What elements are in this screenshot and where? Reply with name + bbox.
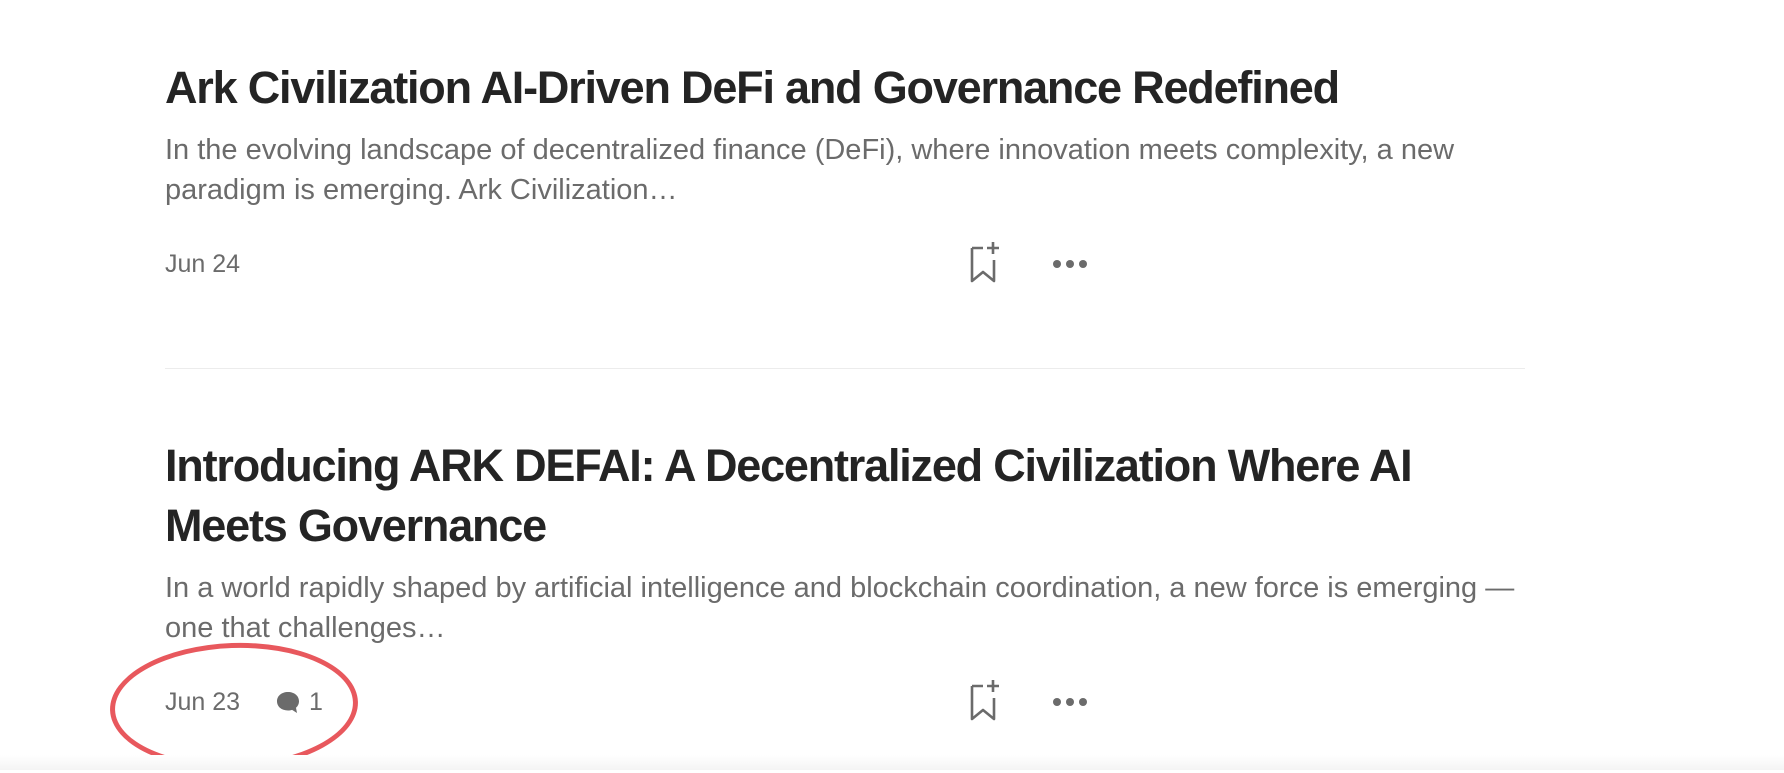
more-options-icon: [1053, 698, 1087, 706]
comment-count[interactable]: 1: [275, 682, 323, 722]
more-options-button[interactable]: [1045, 244, 1095, 284]
article-excerpt[interactable]: In the evolving landscape of decentraliz…: [165, 130, 1525, 210]
comment-count-value: 1: [309, 687, 323, 716]
article-title[interactable]: Introducing ARK DEFAI: A Decentralized C…: [165, 436, 1525, 556]
article-card: Introducing ARK DEFAI: A Decentralized C…: [165, 436, 1525, 722]
article-title[interactable]: Ark Civilization AI-Driven DeFi and Gove…: [165, 58, 1525, 118]
more-options-icon: [1053, 260, 1087, 268]
comment-bubble-icon: [277, 692, 299, 713]
bookmark-add-icon: [970, 242, 999, 283]
bookmark-button[interactable]: [955, 674, 1005, 724]
article-date: Jun 24: [165, 250, 241, 278]
more-options-button[interactable]: [1045, 682, 1095, 722]
bookmark-add-icon: [970, 680, 999, 721]
page-bottom-edge: [0, 755, 1784, 770]
bookmark-button[interactable]: [955, 236, 1005, 286]
article-meta: Jun 23 1: [165, 680, 1525, 722]
article-card: Ark Civilization AI-Driven DeFi and Gove…: [165, 0, 1525, 310]
article-meta: Jun 24: [165, 242, 1525, 284]
article-feed: Ark Civilization AI-Driven DeFi and Gove…: [165, 0, 1525, 721]
article-divider: [165, 368, 1525, 369]
article-excerpt[interactable]: In a world rapidly shaped by artificial …: [165, 568, 1525, 648]
article-date: Jun 23: [165, 688, 241, 716]
